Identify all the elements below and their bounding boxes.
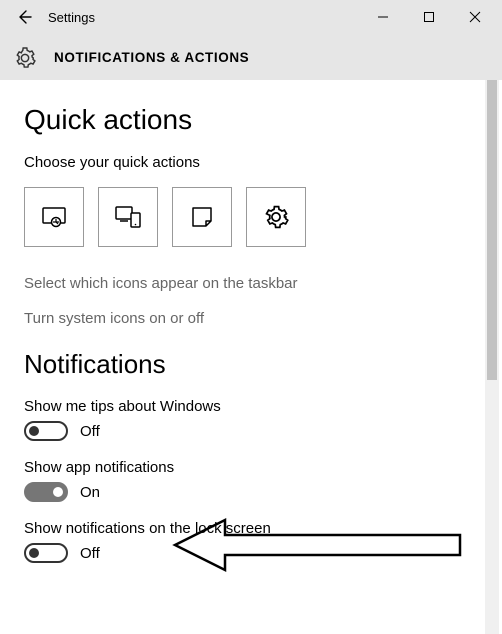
gear-icon	[14, 47, 36, 69]
maximize-button[interactable]	[406, 0, 452, 34]
notifications-heading: Notifications	[24, 349, 460, 380]
toggle-state-label: On	[80, 484, 100, 501]
content-area: Quick actions Choose your quick actions	[0, 80, 484, 634]
setting-label: Show app notifications	[24, 459, 460, 476]
settings-gear-icon	[262, 203, 290, 231]
link-system-icons[interactable]: Turn system icons on or off	[24, 310, 460, 327]
toggle-state-label: Off	[80, 545, 100, 562]
choose-quick-actions-label: Choose your quick actions	[24, 154, 460, 171]
setting-tips: Show me tips about Windows Off	[24, 398, 460, 441]
note-icon	[188, 203, 216, 231]
quick-action-all-settings[interactable]	[246, 187, 306, 247]
back-button[interactable]	[4, 0, 44, 34]
quick-action-tiles	[24, 187, 460, 247]
maximize-icon	[423, 11, 435, 23]
minimize-button[interactable]	[360, 0, 406, 34]
setting-label: Show me tips about Windows	[24, 398, 460, 415]
setting-app-notifications: Show app notifications On	[24, 459, 460, 502]
toggle-tips[interactable]	[24, 421, 68, 441]
setting-lock-screen-notifications: Show notifications on the lock screen Of…	[24, 520, 460, 563]
breadcrumb: NOTIFICATIONS & ACTIONS	[54, 50, 249, 65]
scrollbar-track[interactable]	[485, 80, 499, 634]
toggle-state-label: Off	[80, 423, 100, 440]
back-arrow-icon	[15, 8, 33, 26]
setting-label: Show notifications on the lock screen	[24, 520, 460, 537]
quick-action-note[interactable]	[172, 187, 232, 247]
scrollbar-thumb[interactable]	[487, 80, 497, 380]
toggle-app-notifications[interactable]	[24, 482, 68, 502]
minimize-icon	[377, 11, 389, 23]
close-button[interactable]	[452, 0, 498, 34]
quick-action-tablet-mode[interactable]	[24, 187, 84, 247]
quick-action-connect[interactable]	[98, 187, 158, 247]
link-taskbar-icons[interactable]: Select which icons appear on the taskbar	[24, 275, 460, 292]
tablet-mode-icon	[39, 202, 69, 232]
title-bar: Settings	[0, 0, 502, 34]
quick-actions-heading: Quick actions	[24, 104, 460, 136]
header-bar: NOTIFICATIONS & ACTIONS	[0, 34, 502, 80]
connect-icon	[113, 202, 143, 232]
window-title: Settings	[44, 10, 360, 25]
close-icon	[469, 11, 481, 23]
toggle-lock-screen[interactable]	[24, 543, 68, 563]
